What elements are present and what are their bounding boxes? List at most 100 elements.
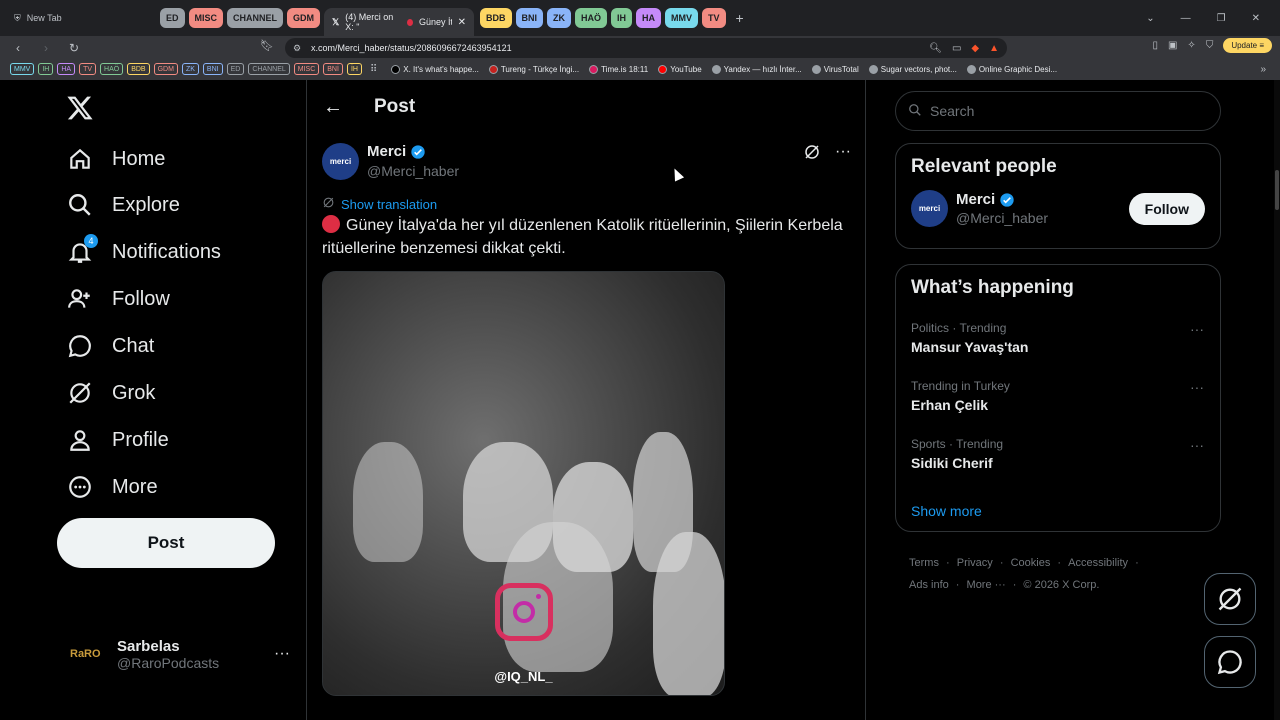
bookmark-group-8[interactable]: ZK [181, 63, 199, 75]
follow-button[interactable]: Follow [1128, 192, 1205, 225]
tab-new[interactable]: ⛨ New Tab [0, 4, 160, 32]
tab-group-misc[interactable]: MISC [188, 8, 224, 28]
rewards-icon[interactable]: ▲ [989, 43, 999, 54]
footer-link[interactable]: Accessibility [1068, 557, 1128, 569]
sidebar-item-profile[interactable]: Profile [66, 417, 169, 463]
footer-link[interactable]: More ··· [967, 579, 1006, 591]
site-info-icon[interactable]: ⚙︎ [293, 43, 301, 54]
more-horizontal-icon[interactable]: ··· [1190, 379, 1204, 395]
more-horizontal-icon[interactable]: ··· [274, 645, 290, 663]
bookmark-group-5[interactable]: HAÖ [100, 63, 124, 75]
close-icon[interactable]: ✕ [458, 17, 466, 28]
bookmark-group-13[interactable]: BNİ [323, 63, 343, 75]
post-video[interactable]: @IQ_NL_ [322, 271, 725, 696]
bookmark-group-10[interactable]: ED [226, 63, 245, 75]
trend-item[interactable]: Politics · Trending Mansur Yavaş'tan ··· [896, 321, 1220, 379]
relevant-person[interactable]: merci Merci @Merci_haber Follow [896, 190, 1220, 227]
forward-icon[interactable]: › [36, 41, 56, 55]
bookmark-item[interactable]: Online Graphic Desi... [966, 64, 1057, 74]
tab-group-bni[interactable]: BNI [515, 8, 544, 28]
tab-group-ed[interactable]: ED [160, 8, 185, 28]
close-window-icon[interactable]: ✕ [1252, 13, 1260, 24]
bookmark-item[interactable]: Time.is 18:11 [589, 64, 648, 74]
minimize-icon[interactable]: — [1181, 13, 1191, 24]
trend-item[interactable]: Trending in Turkey Erhan Çelik ··· [896, 379, 1220, 437]
author-name-row[interactable]: Merci [367, 143, 459, 160]
more-options-icon[interactable]: ··· [835, 143, 851, 166]
tab-group-bdb[interactable]: BDB [480, 8, 512, 28]
bookmark-group-6[interactable]: BDB [127, 63, 150, 75]
sidebar-item-home[interactable]: Home [66, 136, 165, 182]
bookmark-group-4[interactable]: TV [79, 63, 97, 75]
author-avatar[interactable]: merci [322, 143, 359, 180]
sidebar-item-follow[interactable]: Follow [66, 276, 170, 322]
bookmark-item[interactable]: Sugar vectors, phot... [868, 64, 957, 74]
more-horizontal-icon[interactable]: ··· [1190, 321, 1204, 337]
sidebar-item-explore[interactable]: Explore [66, 182, 180, 228]
bookmark-item[interactable]: Yandex — hızlı İnter... [711, 64, 802, 74]
bookmark-group-7[interactable]: GDM [153, 63, 178, 75]
reload-icon[interactable]: ↻ [64, 41, 84, 55]
tab-group-mmv[interactable]: MMV [665, 8, 699, 28]
account-switcher[interactable]: RaRO Sarbelas @RaroPodcasts ··· [70, 637, 290, 671]
grok-explain-icon[interactable] [803, 143, 821, 166]
sidebar-item-more[interactable]: More [66, 464, 158, 510]
leo-icon[interactable]: ✧ [1187, 40, 1195, 51]
footer-link[interactable]: Cookies [1011, 557, 1051, 569]
bookmark-icon[interactable]: 🔖︎ [260, 39, 274, 52]
author-handle[interactable]: @Merci_haber [367, 163, 459, 179]
url-field[interactable]: ⚙︎ x.com/Merci_haber/status/208609667246… [285, 38, 1007, 58]
apps-grid-icon[interactable]: ⠿ [370, 64, 377, 75]
brave-shield-icon[interactable]: ◆ [971, 43, 979, 54]
bookmark-group-11[interactable]: CHANNEL [248, 63, 290, 75]
vpn-icon[interactable]: ⛉ [1206, 40, 1214, 51]
trend-item[interactable]: Sports · Trending Sidiki Cherif ··· [896, 437, 1220, 495]
chevron-double-right-icon[interactable]: » [1260, 64, 1266, 75]
tab-group-gdm[interactable]: GDM [287, 8, 321, 28]
page-scrollbar[interactable] [1274, 80, 1280, 720]
search-input[interactable]: Search [895, 91, 1221, 131]
tab-group-haö[interactable]: HAÖ [575, 8, 608, 28]
bookmark-group-12[interactable]: MISC [293, 63, 320, 75]
messages-fab[interactable] [1204, 636, 1256, 688]
sidebar-item-notifications[interactable]: 4 Notifications [66, 229, 221, 275]
post-button[interactable]: Post [57, 518, 275, 568]
footer-link[interactable]: © 2026 X Corp. [1023, 579, 1099, 591]
bookmark-item[interactable]: Tureng - Türkçe İngi... [488, 64, 579, 74]
zoom-icon[interactable]: 🔍︎ [929, 43, 942, 54]
footer-link[interactable]: Ads info [909, 579, 949, 591]
sidebar-toggle-icon[interactable]: ▯ [1152, 40, 1158, 51]
bookmark-group-3[interactable]: HA [57, 63, 76, 75]
show-more-link[interactable]: Show more [896, 495, 1220, 539]
bookmark-group-9[interactable]: BNI [202, 63, 223, 75]
footer-link[interactable]: Privacy [957, 557, 993, 569]
bookmark-item[interactable]: YouTube [658, 64, 702, 74]
scroll-thumb[interactable] [1275, 170, 1279, 210]
grok-fab[interactable] [1204, 573, 1256, 625]
cast-icon[interactable]: ▭ [952, 43, 961, 54]
x-logo-icon[interactable] [66, 94, 94, 130]
tab-group-zk[interactable]: ZK [547, 8, 572, 28]
tab-group-ih[interactable]: IH [611, 8, 633, 28]
footer-link[interactable]: Terms [909, 557, 939, 569]
back-arrow-icon[interactable]: ← [323, 96, 343, 119]
new-tab-icon[interactable]: + [736, 10, 744, 26]
bookmark-group-14[interactable]: İH [346, 63, 362, 75]
wallet-icon[interactable]: ▣ [1168, 40, 1177, 51]
show-translation-link[interactable]: Show translation [322, 196, 437, 212]
bookmark-group-1[interactable]: MMV [10, 63, 35, 75]
sidebar-item-grok[interactable]: Grok [66, 370, 155, 416]
tab-active[interactable]: 𝕏 (4) Merci on X: " Güney İtalya ✕ [324, 8, 475, 36]
tab-group-channel[interactable]: CHANNEL [227, 8, 284, 28]
more-horizontal-icon[interactable]: ··· [1190, 437, 1204, 453]
bookmark-item[interactable]: X. It's what's happe... [391, 64, 479, 74]
chevron-down-icon[interactable]: ⌄ [1146, 13, 1154, 24]
bookmark-group-2[interactable]: IH [38, 63, 54, 75]
sidebar-item-chat[interactable]: Chat [66, 323, 154, 369]
tab-group-tv[interactable]: TV [702, 8, 726, 28]
bookmark-item[interactable]: VirusTotal [811, 64, 859, 74]
update-button[interactable]: Update ≡ [1223, 38, 1272, 53]
restore-icon[interactable]: ❐ [1217, 13, 1226, 24]
back-icon[interactable]: ‹ [8, 41, 28, 55]
tab-group-ha[interactable]: HA [636, 8, 662, 28]
